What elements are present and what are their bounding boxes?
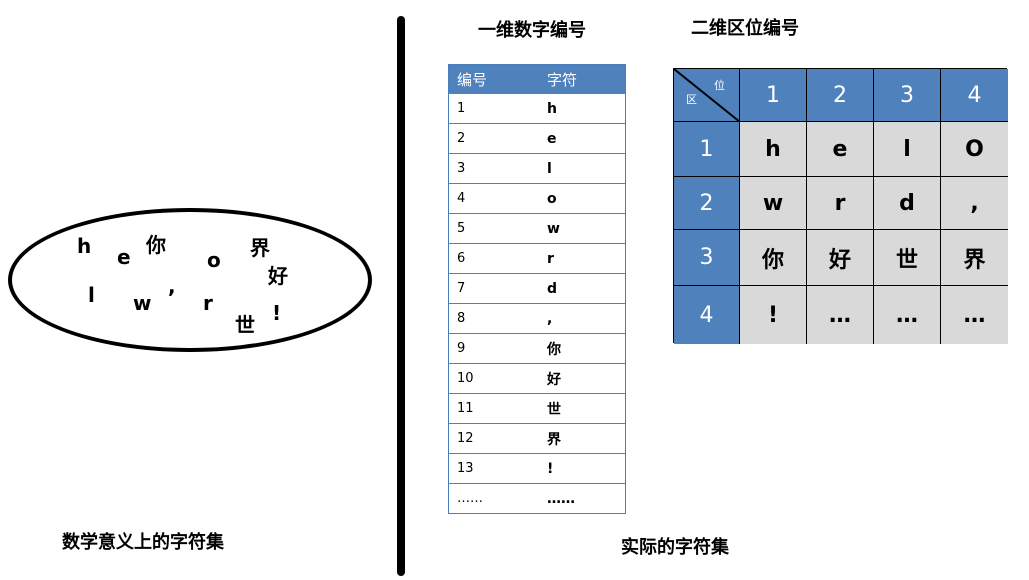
grid-cell: 你	[740, 230, 807, 286]
col-header: 4	[941, 69, 1008, 122]
row-char: h	[539, 93, 626, 124]
row-number: 8	[448, 303, 539, 334]
row-header: 1	[674, 122, 740, 177]
row-number: 12	[448, 423, 539, 454]
row-number: 10	[448, 363, 539, 394]
grid-cell: d	[874, 177, 941, 230]
row-char: 你	[539, 333, 626, 364]
row-char: r	[539, 243, 626, 274]
grid-cell: l	[874, 122, 941, 177]
row-char: w	[539, 213, 626, 244]
col-header: 3	[874, 69, 941, 122]
two-d-title: 二维区位编号	[691, 18, 799, 39]
one-d-row: 1h	[448, 93, 626, 124]
row-number: 7	[448, 273, 539, 304]
grid-cell: …	[807, 286, 874, 344]
one-d-row: …………	[448, 483, 626, 514]
one-d-title: 一维数字编号	[478, 20, 586, 41]
symbol-hao: 好	[268, 264, 288, 288]
row-number: ……	[448, 483, 539, 514]
one-d-row: 11 世	[448, 393, 626, 424]
one-d-row: 13!	[448, 453, 626, 484]
one-d-row: 8,	[448, 303, 626, 334]
corner-label-position: 位	[714, 79, 725, 92]
row-char: o	[539, 183, 626, 214]
one-d-row: 12 界	[448, 423, 626, 454]
one-d-row: 2e	[448, 123, 626, 154]
grid-cell: h	[740, 122, 807, 177]
diagonal-line	[674, 69, 740, 122]
vertical-divider	[397, 16, 405, 576]
two-d-grid: 位 区 1 2 3 4 1 h e l O 2 w r d, 3 你好世界 4!………	[673, 68, 1008, 344]
row-char: 世	[539, 393, 626, 424]
symbol-jie: 界	[250, 236, 270, 260]
one-d-row: 3l	[448, 153, 626, 184]
symbol-o: o	[207, 248, 221, 272]
row-header: 2	[674, 177, 740, 230]
corner-label-zone: 区	[686, 93, 697, 106]
header-number: 编号	[448, 64, 539, 94]
symbol-w: w	[133, 291, 152, 315]
row-char: l	[539, 153, 626, 184]
one-d-row: 10 好	[448, 363, 626, 394]
row-number: 2	[448, 123, 539, 154]
symbol-comma: ,	[168, 274, 176, 298]
row-header: 3	[674, 230, 740, 286]
actual-charset-caption: 实际的字符集	[621, 537, 729, 558]
grid-cell: e	[807, 122, 874, 177]
one-d-row: 5w	[448, 213, 626, 244]
col-header: 1	[740, 69, 807, 122]
grid-cell: !	[740, 286, 807, 344]
row-number: 1	[448, 93, 539, 124]
row-number: 4	[448, 183, 539, 214]
grid-cell: …	[941, 286, 1008, 344]
grid-cell: ,	[941, 177, 1008, 230]
grid-cell: 世	[874, 230, 941, 286]
row-number: 11	[448, 393, 539, 424]
grid-cell: 好	[807, 230, 874, 286]
row-char: 界	[539, 423, 626, 454]
one-d-row: 6r	[448, 243, 626, 274]
grid-cell: w	[740, 177, 807, 230]
row-char: !	[539, 453, 626, 484]
row-number: 6	[448, 243, 539, 274]
row-number: 5	[448, 213, 539, 244]
row-char: ……	[539, 483, 626, 514]
grid-cell: 界	[941, 230, 1008, 286]
symbol-r: r	[203, 291, 213, 315]
grid-cell: r	[807, 177, 874, 230]
symbol-e: e	[117, 245, 131, 269]
row-number: 13	[448, 453, 539, 484]
symbol-shi: 世	[235, 313, 255, 337]
row-char: ,	[539, 303, 626, 334]
grid-cell: …	[874, 286, 941, 344]
one-d-row: 7d	[448, 273, 626, 304]
header-char: 字符	[539, 64, 626, 94]
symbol-exclaim: !	[272, 301, 282, 325]
symbol-h: h	[77, 234, 92, 258]
row-number: 9	[448, 333, 539, 364]
row-char: d	[539, 273, 626, 304]
one-d-header-row: 编号 字符	[448, 64, 626, 94]
symbol-ni: 你	[146, 233, 166, 257]
one-d-table: 编号 字符 1 h 2 e 3 l 4 o 5 w 6 r 7 d 8, 9 你 10 好 11 世 12 界 13!…………	[448, 64, 626, 514]
math-charset-caption: 数学意义上的字符集	[62, 532, 224, 553]
row-char: 好	[539, 363, 626, 394]
one-d-row: 9你	[448, 333, 626, 364]
row-header: 4	[674, 286, 740, 344]
row-char: e	[539, 123, 626, 154]
row-number: 3	[448, 153, 539, 184]
grid-corner-cell: 位 区	[674, 69, 740, 122]
symbol-l: l	[88, 283, 95, 307]
grid-cell: O	[941, 122, 1008, 177]
charset-ellipse	[8, 208, 372, 352]
one-d-row: 4o	[448, 183, 626, 214]
col-header: 2	[807, 69, 874, 122]
